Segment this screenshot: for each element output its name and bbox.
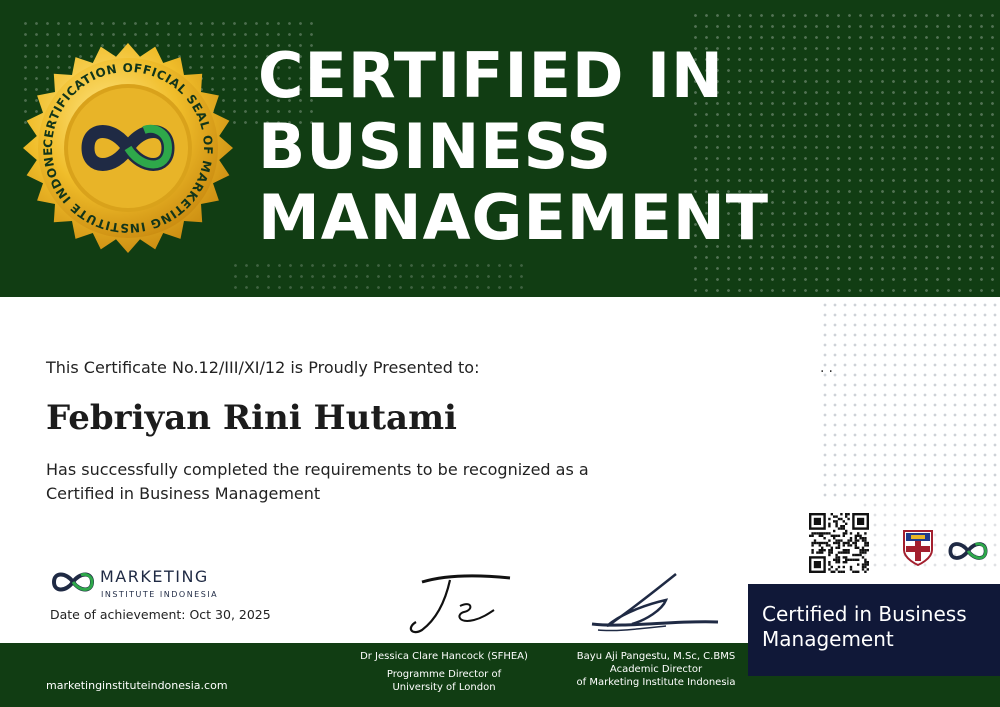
signatory-role: Academic Director [609,664,703,675]
badge-line: Certified in Business [762,602,967,626]
achievement-date: Date of achievement: Oct 30, 2025 [50,607,271,622]
signatory-name: Dr Jessica Clare Hancock (SFHEA) [360,651,528,662]
logo-wordmark: MARKETING [100,567,209,586]
title-line: BUSINESS [258,110,613,183]
infinity-logo-icon [51,572,95,592]
signatory-block: Dr Jessica Clare Hancock (SFHEA) Program… [354,650,534,694]
presented-to-text: This Certificate No.12/III/XI/12 is Prou… [46,358,480,377]
signature-hancock [402,570,517,644]
badge-line: Management [762,627,894,651]
signature-pangestu [586,570,726,644]
description-line: Has successfully completed the requireme… [46,460,589,479]
certificate-description: Has successfully completed the requireme… [46,458,646,506]
decorative-dots: ·· [820,364,837,380]
signatory-block: Bayu Aji Pangestu, M.Sc, C.BMS Academic … [566,650,746,689]
logo-subtitle: INSTITUTE INDONESIA [101,590,219,599]
signatory-name: Bayu Aji Pangestu, M.Sc, C.BMS [576,651,736,662]
signatory-org: of Marketing Institute Indonesia [576,677,736,688]
institute-infinity-icon [946,538,990,568]
university-crest-icon [903,530,933,570]
recipient-name: Febriyan Rini Hutami [46,398,457,438]
header-dot-pattern-bottom [230,260,530,290]
title-line: CERTIFIED IN [258,39,724,112]
certificate-header: CERTIFICATION OFFICIAL SEAL OF MARKETING… [0,0,1000,297]
body-dot-pattern [820,300,1000,500]
description-line: Certified in Business Management [46,484,321,503]
signatory-org: University of London [392,682,496,693]
qr-code[interactable] [809,513,869,577]
title-line: MANAGEMENT [258,181,770,254]
signatory-role: Programme Director of [386,669,502,680]
marketing-institute-logo: MARKETING INSTITUTE INDONESIA [50,566,230,606]
website-link[interactable]: marketinginstituteindonesia.com [46,679,228,692]
certification-badge: Certified in Business Management [748,584,1000,676]
official-seal: CERTIFICATION OFFICIAL SEAL OF MARKETING… [17,31,234,254]
certificate-title: CERTIFIED IN BUSINESS MANAGEMENT [258,40,769,253]
